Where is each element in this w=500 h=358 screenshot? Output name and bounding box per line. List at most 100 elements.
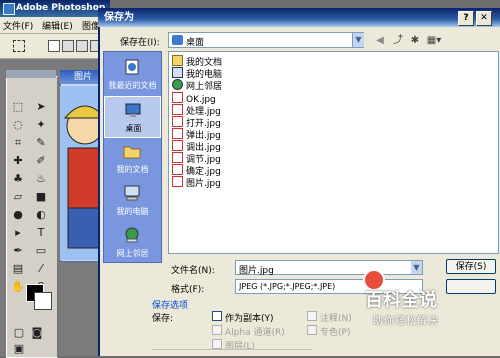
save-button[interactable]: 保存(S) <box>446 259 496 274</box>
list-item[interactable]: 图片.jpg <box>172 176 221 189</box>
list-item[interactable]: 打开.jpg <box>172 116 221 129</box>
new-folder-icon[interactable]: ✱ <box>408 34 422 48</box>
eyedropper-tool-icon[interactable]: ⁄ <box>33 261 49 277</box>
list-item[interactable]: 调节.jpg <box>172 152 221 165</box>
standard-mode-icon[interactable]: ▢ <box>11 325 27 341</box>
menu-file[interactable]: 文件(F) <box>3 19 33 32</box>
place-my-documents[interactable]: 我的文档 <box>104 138 161 180</box>
jpg-file-icon <box>172 104 183 115</box>
marquee-tool-icon[interactable]: ⬚ <box>10 99 26 115</box>
photoshop-options-bar <box>0 34 110 59</box>
pen-tool-icon[interactable]: ✒ <box>10 243 26 259</box>
list-item[interactable]: 弹出.jpg <box>172 128 221 141</box>
recent-documents-icon <box>125 59 139 75</box>
save-options-title: 保存选项 <box>152 301 189 311</box>
marquee-icon[interactable] <box>13 40 25 52</box>
hand-tool-icon[interactable]: ✋ <box>10 279 26 295</box>
desktop-icon <box>125 103 141 117</box>
notes-label: 注释(N) <box>320 314 352 324</box>
screen-mode-icon[interactable]: ▣ <box>11 341 27 357</box>
list-item[interactable]: 确定.jpg <box>172 164 221 177</box>
filename-value: 图片.jpg <box>239 266 274 276</box>
options-divider <box>152 349 312 350</box>
dialog-title: 保存为 <box>98 8 500 27</box>
close-button[interactable]: ✕ <box>476 11 492 26</box>
places-bar: 我最近的文档 桌面 我的文档 我的电脑 网上邻居 <box>103 51 162 263</box>
help-button[interactable]: ? <box>458 11 474 26</box>
jpg-file-icon <box>172 92 183 103</box>
notes-checkbox[interactable] <box>307 311 317 321</box>
quick-mask-icon[interactable]: ◙ <box>29 325 45 341</box>
up-folder-icon[interactable]: ⤴ <box>391 34 405 48</box>
list-item[interactable]: 调出.jpg <box>172 140 221 153</box>
photoshop-logo-icon <box>3 3 15 15</box>
chevron-down-icon[interactable]: ▼ <box>411 261 422 274</box>
list-item[interactable]: 处理.jpg <box>172 104 221 117</box>
computer-icon <box>172 67 183 78</box>
photoshop-menubar: 文件(F) 编辑(E) 图像 <box>0 17 110 34</box>
my-documents-icon <box>123 146 141 159</box>
magic-wand-icon[interactable]: ✦ <box>33 117 49 133</box>
blur-tool-icon[interactable]: ● <box>10 207 26 223</box>
layers-checkbox[interactable] <box>212 339 222 349</box>
save-in-label: 保存在(I): <box>120 38 160 48</box>
brush-tool-icon[interactable]: ✐ <box>33 153 49 169</box>
toolbox-header[interactable] <box>6 70 56 78</box>
list-item[interactable]: 我的文档 <box>172 55 222 68</box>
notes-tool-icon[interactable]: ▤ <box>10 261 26 277</box>
background-color-swatch[interactable] <box>34 292 52 310</box>
list-item[interactable]: 网上邻居 <box>172 79 222 92</box>
place-label: 网上邻居 <box>116 249 149 258</box>
file-list[interactable]: 我的文档 我的电脑 网上邻居 OK.jpg 处理.jpg 打开.jpg 弹出.j… <box>168 51 499 254</box>
jpg-file-icon <box>172 164 183 175</box>
new-selection-icon[interactable] <box>48 40 60 52</box>
place-recent-documents[interactable]: 我最近的文档 <box>104 54 161 96</box>
network-icon <box>172 79 183 90</box>
place-desktop[interactable]: 桌面 <box>104 96 161 138</box>
jpg-file-icon <box>172 116 183 127</box>
jpg-file-icon <box>172 152 183 163</box>
path-selection-icon[interactable]: ▸ <box>10 225 26 241</box>
jpg-file-icon <box>172 128 183 139</box>
format-value: JPEG (*.JPG;*.JPEG;*.JPE) <box>239 282 336 291</box>
type-tool-icon[interactable]: T <box>33 225 49 241</box>
jpg-file-icon <box>172 140 183 151</box>
my-computer-icon <box>124 185 140 201</box>
place-my-computer[interactable]: 我的电脑 <box>104 180 161 222</box>
lasso-tool-icon[interactable]: ◌ <box>10 117 26 133</box>
jpg-file-icon <box>172 176 183 187</box>
save-options-label: 保存: <box>152 314 174 324</box>
shape-tool-icon[interactable]: ▭ <box>33 243 49 259</box>
clone-stamp-icon[interactable]: ♣ <box>10 171 26 187</box>
place-label: 我的文档 <box>116 165 149 174</box>
place-network[interactable]: 网上邻居 <box>104 222 161 264</box>
spot-colors-label: 专色(P) <box>320 328 351 338</box>
as-copy-checkbox[interactable] <box>212 311 222 321</box>
healing-brush-icon[interactable]: ✚ <box>10 153 26 169</box>
subtract-selection-icon[interactable] <box>76 40 88 52</box>
place-label: 桌面 <box>125 124 142 133</box>
watermark-text: 百科全说 <box>365 290 437 311</box>
menu-edit[interactable]: 编辑(E) <box>42 19 73 32</box>
alpha-channels-label: Alpha 通道(R) <box>225 328 285 338</box>
dodge-tool-icon[interactable]: ◐ <box>33 207 49 223</box>
spot-colors-checkbox[interactable] <box>307 325 317 335</box>
list-item[interactable]: OK.jpg <box>172 92 216 105</box>
list-item[interactable]: 我的电脑 <box>172 67 222 80</box>
cancel-button[interactable] <box>446 279 496 294</box>
view-menu-icon[interactable]: ▦▾ <box>425 34 443 48</box>
back-icon[interactable]: ◀ <box>373 34 387 48</box>
move-tool-icon[interactable]: ➤ <box>33 99 49 115</box>
photoshop-title-bar: Adobe Photoshop <box>0 0 110 17</box>
slice-tool-icon[interactable]: ✎ <box>33 135 49 151</box>
add-selection-icon[interactable] <box>62 40 74 52</box>
gradient-tool-icon[interactable]: ■ <box>33 189 49 205</box>
history-brush-icon[interactable]: ♨ <box>33 171 49 187</box>
chevron-down-icon[interactable]: ▼ <box>352 33 364 47</box>
alpha-channels-checkbox[interactable] <box>212 325 222 335</box>
format-label: 格式(F): <box>171 285 205 295</box>
eraser-tool-icon[interactable]: ▱ <box>10 189 26 205</box>
save-in-value: 桌面 <box>186 38 205 48</box>
place-label: 我的电脑 <box>116 207 149 216</box>
crop-tool-icon[interactable]: ⌗ <box>10 135 26 151</box>
